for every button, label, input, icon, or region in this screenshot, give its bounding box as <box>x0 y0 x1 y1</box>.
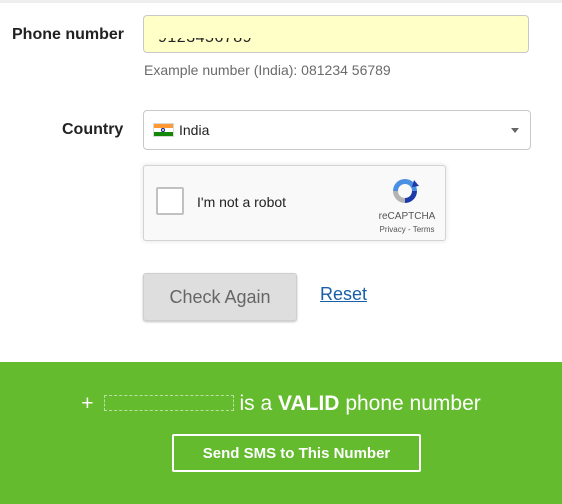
phone-number-redaction <box>156 27 260 38</box>
chevron-down-icon <box>511 128 519 133</box>
result-suffix: phone number <box>345 392 481 415</box>
result-number: 919123456789 <box>94 392 234 416</box>
country-label: Country <box>62 121 124 138</box>
top-divider <box>0 0 562 3</box>
phone-example-hint: Example number (India): 081234 56789 <box>144 62 391 78</box>
result-status: VALID <box>278 392 340 415</box>
recaptcha-checkbox[interactable] <box>156 187 184 215</box>
result-message: +919123456789 is a VALID phone number <box>0 392 562 416</box>
check-again-button[interactable]: Check Again <box>143 273 297 321</box>
result-banner: +919123456789 is a VALID phone number Se… <box>0 362 562 504</box>
country-select-value: India <box>179 122 210 138</box>
recaptcha-logo-icon <box>393 179 419 203</box>
country-select[interactable]: India <box>143 110 531 150</box>
recaptcha-brand: reCAPTCHA <box>378 211 436 222</box>
recaptcha-privacy-terms-link[interactable]: Privacy - Terms <box>376 225 438 234</box>
result-is-a: is a <box>239 392 273 415</box>
reset-link[interactable]: Reset <box>320 284 367 305</box>
recaptcha-label: I'm not a robot <box>197 194 287 210</box>
result-number-prefix: + <box>81 392 94 415</box>
india-flag-icon <box>153 123 174 137</box>
recaptcha-widget: I'm not a robot reCAPTCHA Privacy - Term… <box>143 165 446 241</box>
phone-number-label: Phone number <box>12 26 125 43</box>
send-sms-button[interactable]: Send SMS to This Number <box>172 434 421 472</box>
